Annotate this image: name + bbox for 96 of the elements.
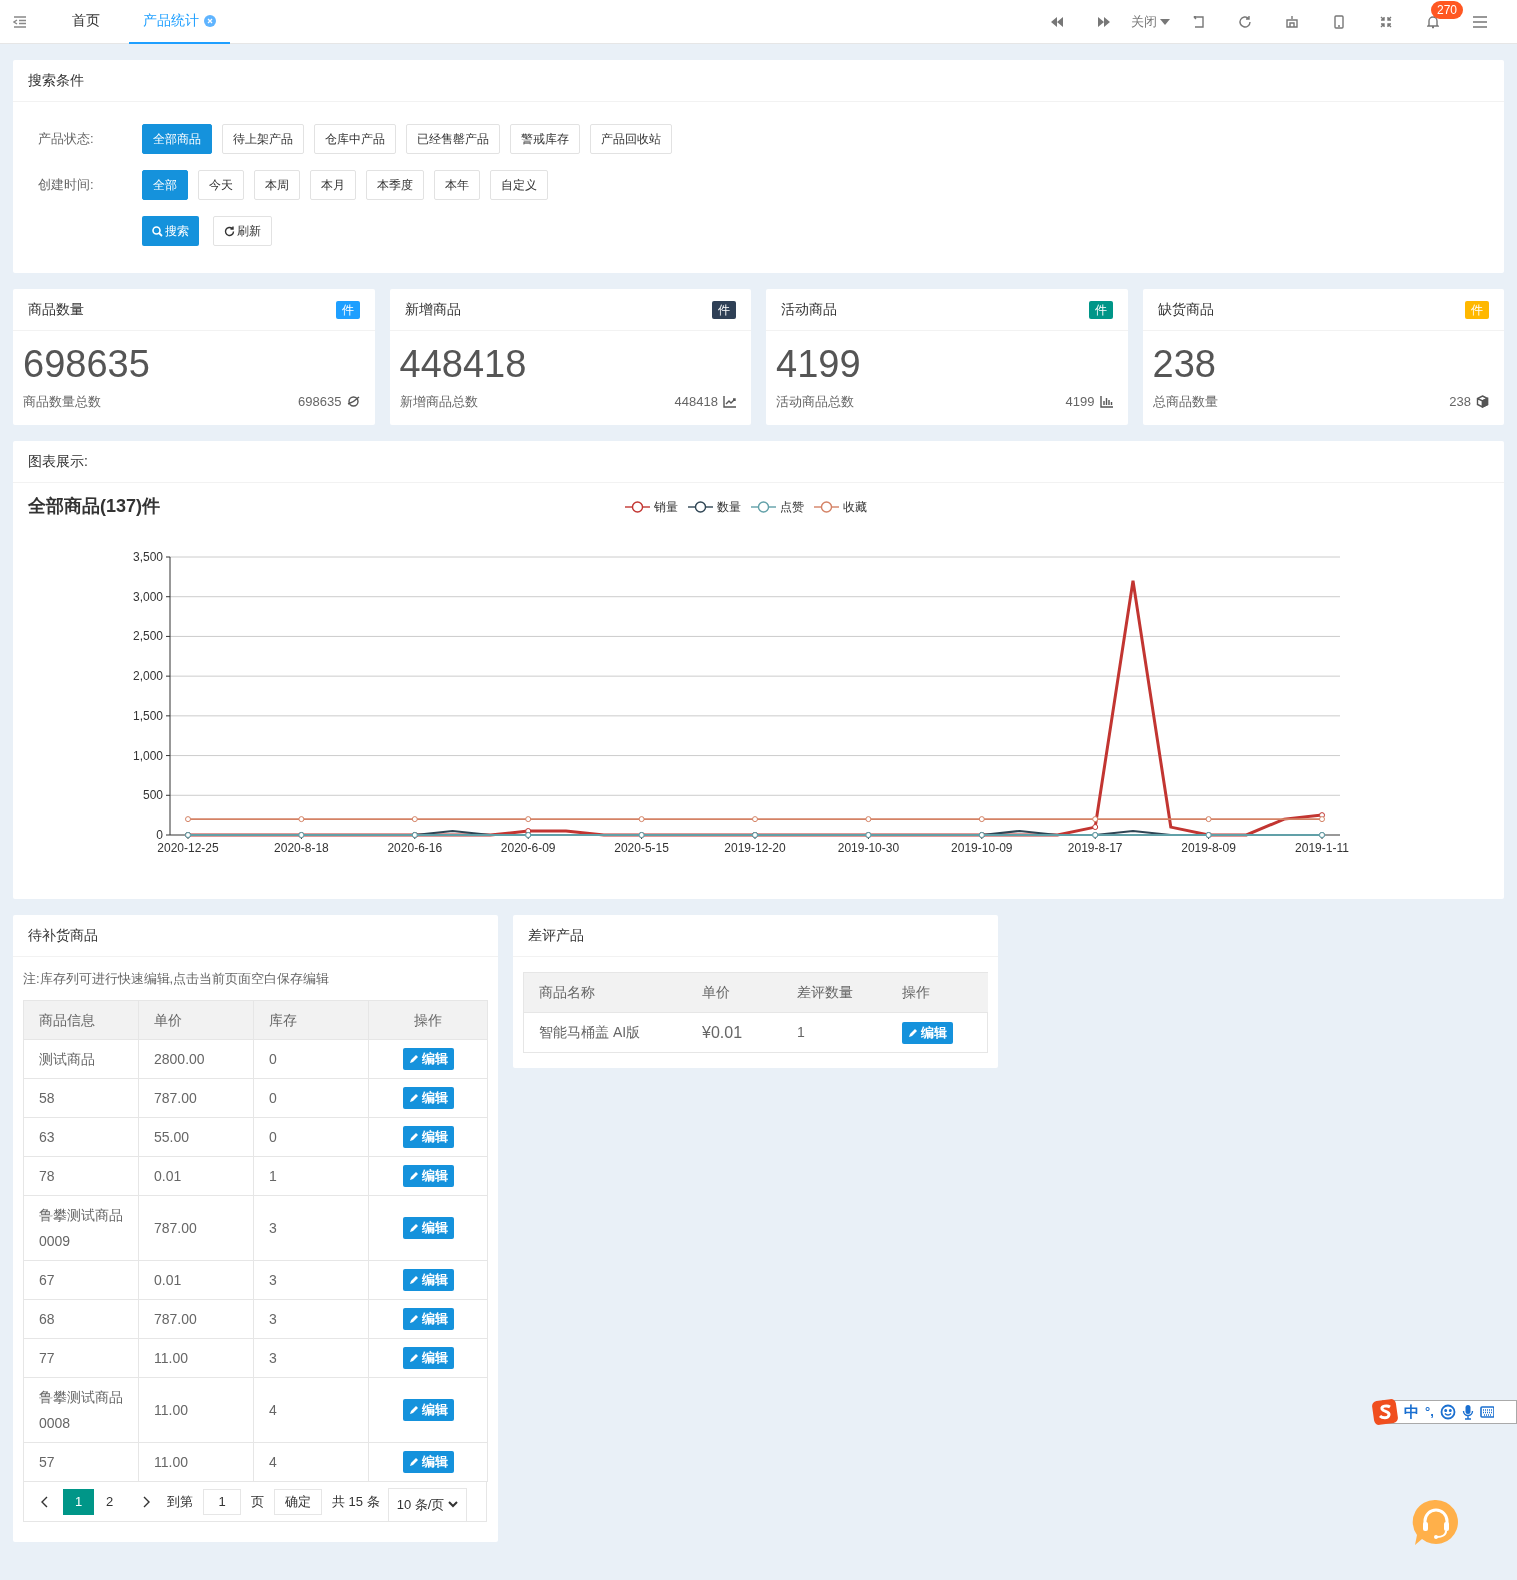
table-cell: 11.00 <box>138 1442 254 1482</box>
axis-label: 2019-12-20 <box>724 841 786 855</box>
stat-total: 4199 <box>1065 393 1095 411</box>
axis-label: 2020-6-16 <box>387 841 443 855</box>
filter-label: 创建时间: <box>38 176 95 195</box>
table-cell: 测试商品 <box>23 1039 139 1079</box>
table-cell: 3 <box>253 1299 369 1339</box>
unit-badge: 件 <box>335 300 360 319</box>
table-cell: 57 <box>23 1442 139 1482</box>
table-cell: 58 <box>23 1078 139 1118</box>
table-cell: 67 <box>23 1260 139 1300</box>
table-cell: 787.00 <box>138 1195 254 1261</box>
column-header: 单价 <box>138 1000 254 1040</box>
table-cell: 0 <box>253 1039 369 1079</box>
column-header: 操作 <box>887 972 988 1013</box>
stat-value: 238 <box>1152 342 1217 387</box>
table-cell: ¥0.01 <box>687 1012 782 1053</box>
unit-badge: 件 <box>712 300 736 319</box>
legend-label: 销量 <box>654 498 679 516</box>
table-cell: 0.01 <box>138 1156 254 1196</box>
stat-total: 238 <box>1449 393 1471 411</box>
axis-label: 2019-8-09 <box>1181 841 1236 855</box>
unit-badge: 件 <box>1088 300 1113 319</box>
unit-badge: 件 <box>1465 300 1489 319</box>
stat-caption: 总商品数量 <box>1152 393 1218 411</box>
table-cell: 0 <box>253 1078 369 1118</box>
table-cell: 1 <box>782 1012 887 1053</box>
card-title: 待补货商品 <box>28 926 98 945</box>
table-cell: 11.00 <box>138 1338 254 1378</box>
table-cell: 鲁攀测试商品0009 <box>23 1195 139 1261</box>
stat-total: 698635 <box>298 393 342 411</box>
table-cell: 78 <box>23 1156 139 1196</box>
page-unit-label: 页 <box>251 1492 264 1511</box>
axis-label: 2020-8-18 <box>274 841 329 855</box>
table-cell: 1 <box>253 1156 369 1196</box>
axis-label: 500 <box>142 788 163 803</box>
table-cell: 11.00 <box>138 1377 254 1443</box>
card-title: 新增商品 <box>404 300 461 319</box>
stat-caption: 活动商品总数 <box>776 393 854 411</box>
goto-label: 到第 <box>167 1492 193 1511</box>
card-title: 差评产品 <box>528 926 584 945</box>
table-cell: 0.01 <box>138 1260 254 1300</box>
axis-label: 1,500 <box>132 708 163 723</box>
table-cell: 智能马桶盖 AI版 <box>524 1012 687 1053</box>
card-title: 搜索条件 <box>28 71 84 90</box>
axis-label: 2,000 <box>132 669 163 684</box>
legend-label: 点赞 <box>780 498 805 516</box>
total-count: 共 15 条 <box>332 1492 380 1511</box>
table-cell: 3 <box>253 1338 369 1378</box>
axis-label: 0 <box>156 828 163 842</box>
column-header: 差评数量 <box>782 972 887 1013</box>
axis-label: 1,000 <box>132 748 163 763</box>
column-header: 单价 <box>687 972 782 1013</box>
axis-label: 2019-8-17 <box>1067 841 1123 855</box>
stat-value: 448418 <box>399 342 528 387</box>
stat-caption: 商品数量总数 <box>23 393 101 411</box>
chart-title: 全部商品(137)件 <box>28 495 161 518</box>
table-cell: 787.00 <box>138 1078 254 1118</box>
axis-label: 3,500 <box>132 550 163 564</box>
legend-label: 数量 <box>717 498 742 516</box>
note-text: 注:库存列可进行快速编辑,点击当前页面空白保存编辑 <box>23 970 331 988</box>
axis-label: 2020-6-09 <box>500 841 556 855</box>
table-cell: 鲁攀测试商品0008 <box>23 1377 139 1443</box>
table-cell: 55.00 <box>138 1117 254 1157</box>
column-header: 商品名称 <box>524 972 687 1013</box>
card-title: 图表展示: <box>28 452 88 471</box>
stat-caption: 新增商品总数 <box>399 393 478 411</box>
axis-label: 2019-10-09 <box>951 841 1013 855</box>
stat-value: 698635 <box>23 342 151 387</box>
table-cell: 3 <box>253 1260 369 1300</box>
notification-badge: 270 <box>1431 0 1464 19</box>
table-cell: 3 <box>253 1195 369 1261</box>
column-header: 库存 <box>253 1000 369 1040</box>
card-title: 缺货商品 <box>1157 300 1214 319</box>
axis-label: 3,000 <box>132 589 163 604</box>
legend-label: 收藏 <box>843 498 868 516</box>
axis-label: 2020-5-15 <box>614 841 669 855</box>
table-cell: 4 <box>253 1377 369 1443</box>
card-title: 活动商品 <box>781 300 837 319</box>
axis-label: 2020-12-25 <box>157 841 219 855</box>
axis-label: 2019-10-30 <box>837 841 900 855</box>
axis-label: 2,500 <box>132 629 163 644</box>
table-cell: 68 <box>23 1299 139 1339</box>
table-cell: 63 <box>23 1117 139 1157</box>
card-title: 商品数量 <box>28 300 84 319</box>
table-cell: 2800.00 <box>138 1039 254 1079</box>
filter-label: 产品状态: <box>38 130 95 149</box>
column-header: 商品信息 <box>23 1000 139 1040</box>
stat-value: 4199 <box>776 342 862 387</box>
table-cell: 787.00 <box>138 1299 254 1339</box>
column-header: 操作 <box>368 1000 488 1040</box>
table-cell: 77 <box>23 1338 139 1378</box>
axis-label: 2019-1-11 <box>1295 841 1349 855</box>
table-cell: 0 <box>253 1117 369 1157</box>
stat-total: 448418 <box>674 393 718 411</box>
table-cell: 4 <box>253 1442 369 1482</box>
